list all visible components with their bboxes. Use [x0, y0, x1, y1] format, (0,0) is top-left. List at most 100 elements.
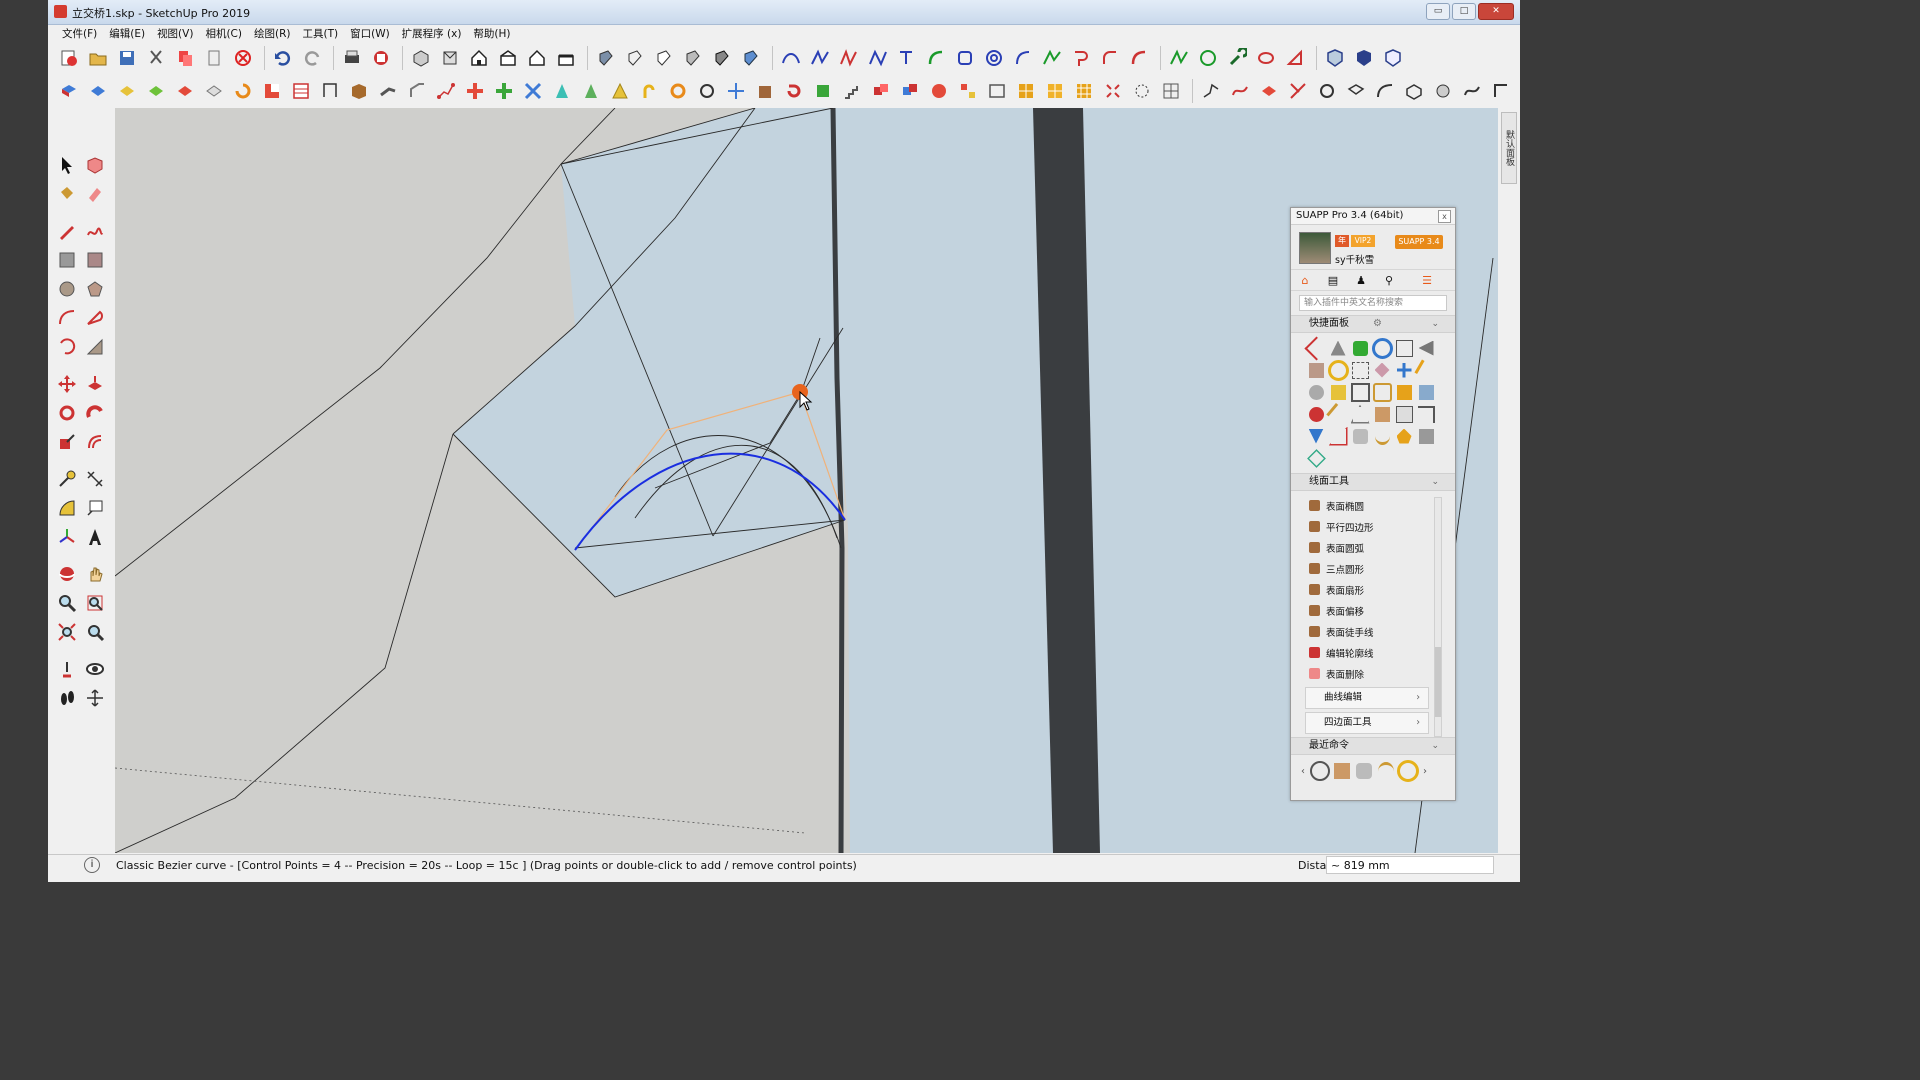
eraser-icon[interactable]: [82, 181, 107, 207]
menu-view[interactable]: 视图(V): [151, 25, 199, 42]
recent-commands-header[interactable]: 最近命令 ⌄: [1291, 737, 1455, 755]
pipe-icon[interactable]: [375, 78, 401, 104]
wireframe-icon[interactable]: [622, 45, 648, 71]
list-item[interactable]: 编辑轮廓线: [1291, 642, 1455, 663]
quick-tool-6-icon[interactable]: [1415, 337, 1437, 359]
pencil-line-icon[interactable]: [54, 218, 79, 244]
quick-tool-29-icon[interactable]: [1393, 425, 1415, 447]
open-folder-icon[interactable]: [85, 45, 111, 71]
rectangle-icon[interactable]: [54, 247, 79, 273]
spline-icon[interactable]: [807, 45, 833, 71]
quick-tool-16-icon[interactable]: [1371, 381, 1393, 403]
quick-tool-17-icon[interactable]: [1393, 381, 1415, 403]
list-item[interactable]: 表面删除: [1291, 663, 1455, 684]
fspline-icon[interactable]: [894, 45, 920, 71]
xray-icon[interactable]: [593, 45, 619, 71]
curve-tool10-icon[interactable]: [1459, 78, 1485, 104]
circle-icon[interactable]: [54, 276, 79, 302]
left-view-icon[interactable]: [553, 45, 579, 71]
menu-tools[interactable]: 工具(T): [296, 25, 344, 42]
previous-view-icon[interactable]: [82, 619, 107, 645]
zoom-window-icon[interactable]: [82, 590, 107, 616]
list-item[interactable]: 表面偏移: [1291, 600, 1455, 621]
fillet-icon[interactable]: [1097, 45, 1123, 71]
offset-icon[interactable]: [82, 429, 107, 455]
hook-icon[interactable]: [1068, 45, 1094, 71]
recent-tool-1-icon[interactable]: [1309, 761, 1331, 781]
polygon-tool-icon[interactable]: [82, 276, 107, 302]
quick-tool-28-icon[interactable]: [1371, 425, 1393, 447]
recent-tool-4-icon[interactable]: [1375, 761, 1397, 781]
quick-tool-4-icon[interactable]: [1371, 337, 1393, 359]
plugin-search-input[interactable]: 输入插件中英文名称搜索: [1299, 295, 1447, 311]
list-item[interactable]: 三点圆形: [1291, 558, 1455, 579]
list-tab-icon[interactable]: ☰: [1413, 270, 1441, 290]
quick-tool-11-icon[interactable]: [1393, 359, 1415, 381]
cone-icon[interactable]: [549, 78, 575, 104]
list-item[interactable]: 表面徒手线: [1291, 621, 1455, 642]
recent-tool-2-icon[interactable]: [1331, 761, 1353, 781]
model-info-icon[interactable]: [368, 45, 394, 71]
curve-tool9-icon[interactable]: [1430, 78, 1456, 104]
face-yellow-icon[interactable]: [114, 78, 140, 104]
polygon-icon[interactable]: [1195, 45, 1221, 71]
redo-icon[interactable]: [299, 45, 325, 71]
plus-red-icon[interactable]: [462, 78, 488, 104]
text-label-icon[interactable]: [82, 495, 107, 521]
rotate-icon[interactable]: [54, 400, 79, 426]
quick-tool-13-icon[interactable]: [1305, 381, 1327, 403]
section-plane-icon[interactable]: [82, 685, 107, 711]
new-file-icon[interactable]: [56, 45, 82, 71]
catmull-icon[interactable]: [836, 45, 862, 71]
quick-tool-19-icon[interactable]: [1305, 403, 1327, 425]
quick-tool-15-icon[interactable]: [1349, 381, 1371, 403]
back-view-icon[interactable]: [524, 45, 550, 71]
grid-red-icon[interactable]: [288, 78, 314, 104]
iso-view-icon[interactable]: [408, 45, 434, 71]
paste-icon[interactable]: [201, 45, 227, 71]
top-view-icon[interactable]: [437, 45, 463, 71]
array-icon[interactable]: [955, 78, 981, 104]
quick-tool-26-icon[interactable]: [1327, 425, 1349, 447]
curve-tool6-icon[interactable]: [1343, 78, 1369, 104]
solid-subtract-icon[interactable]: [1351, 45, 1377, 71]
quick-tool-22-icon[interactable]: [1371, 403, 1393, 425]
walk-icon[interactable]: [54, 685, 79, 711]
wood-icon[interactable]: [346, 78, 372, 104]
list-item[interactable]: 表面椭圆: [1291, 495, 1455, 516]
quick-tool-3-icon[interactable]: [1349, 337, 1371, 359]
undo-red-icon[interactable]: [781, 78, 807, 104]
menu-edit[interactable]: 编辑(E): [103, 25, 151, 42]
zoom-icon[interactable]: [54, 590, 79, 616]
quick-tool-7-icon[interactable]: [1305, 359, 1327, 381]
push-pull-icon[interactable]: [82, 371, 107, 397]
wrench-icon[interactable]: [1224, 45, 1250, 71]
list-item[interactable]: 表面圆弧: [1291, 537, 1455, 558]
move-icon[interactable]: [54, 371, 79, 397]
solid-intersect-icon[interactable]: [1380, 45, 1406, 71]
quick-tool-27-icon[interactable]: [1349, 425, 1371, 447]
quick-tool-10-icon[interactable]: [1371, 359, 1393, 381]
suapp-close-button[interactable]: x: [1438, 210, 1451, 223]
helix-icon[interactable]: [665, 78, 691, 104]
dots-red-icon[interactable]: [433, 78, 459, 104]
curve-edit-button[interactable]: 曲线编辑 ›: [1305, 687, 1429, 709]
quick-tool-24-icon[interactable]: [1415, 403, 1437, 425]
grid-grey-icon[interactable]: [1158, 78, 1184, 104]
search-tab-icon[interactable]: ⚲: [1375, 270, 1403, 290]
recent-tool-5-icon[interactable]: [1397, 760, 1419, 782]
print-icon[interactable]: [339, 45, 365, 71]
arc-tool-icon[interactable]: [54, 305, 79, 331]
curve-tool5-icon[interactable]: [1314, 78, 1340, 104]
look-around-icon[interactable]: [82, 656, 107, 682]
triangle-icon[interactable]: [1282, 45, 1308, 71]
curve-tool2-icon[interactable]: [1227, 78, 1253, 104]
close-button[interactable]: ✕: [1478, 3, 1514, 20]
info-icon[interactable]: i: [84, 857, 100, 873]
plus-green-icon[interactable]: [491, 78, 517, 104]
curve-tool8-icon[interactable]: [1401, 78, 1427, 104]
quick-tool-23-icon[interactable]: [1393, 403, 1415, 425]
face-green-icon[interactable]: [143, 78, 169, 104]
three-point-arc-icon[interactable]: [54, 334, 79, 360]
group-blue-icon[interactable]: [897, 78, 923, 104]
